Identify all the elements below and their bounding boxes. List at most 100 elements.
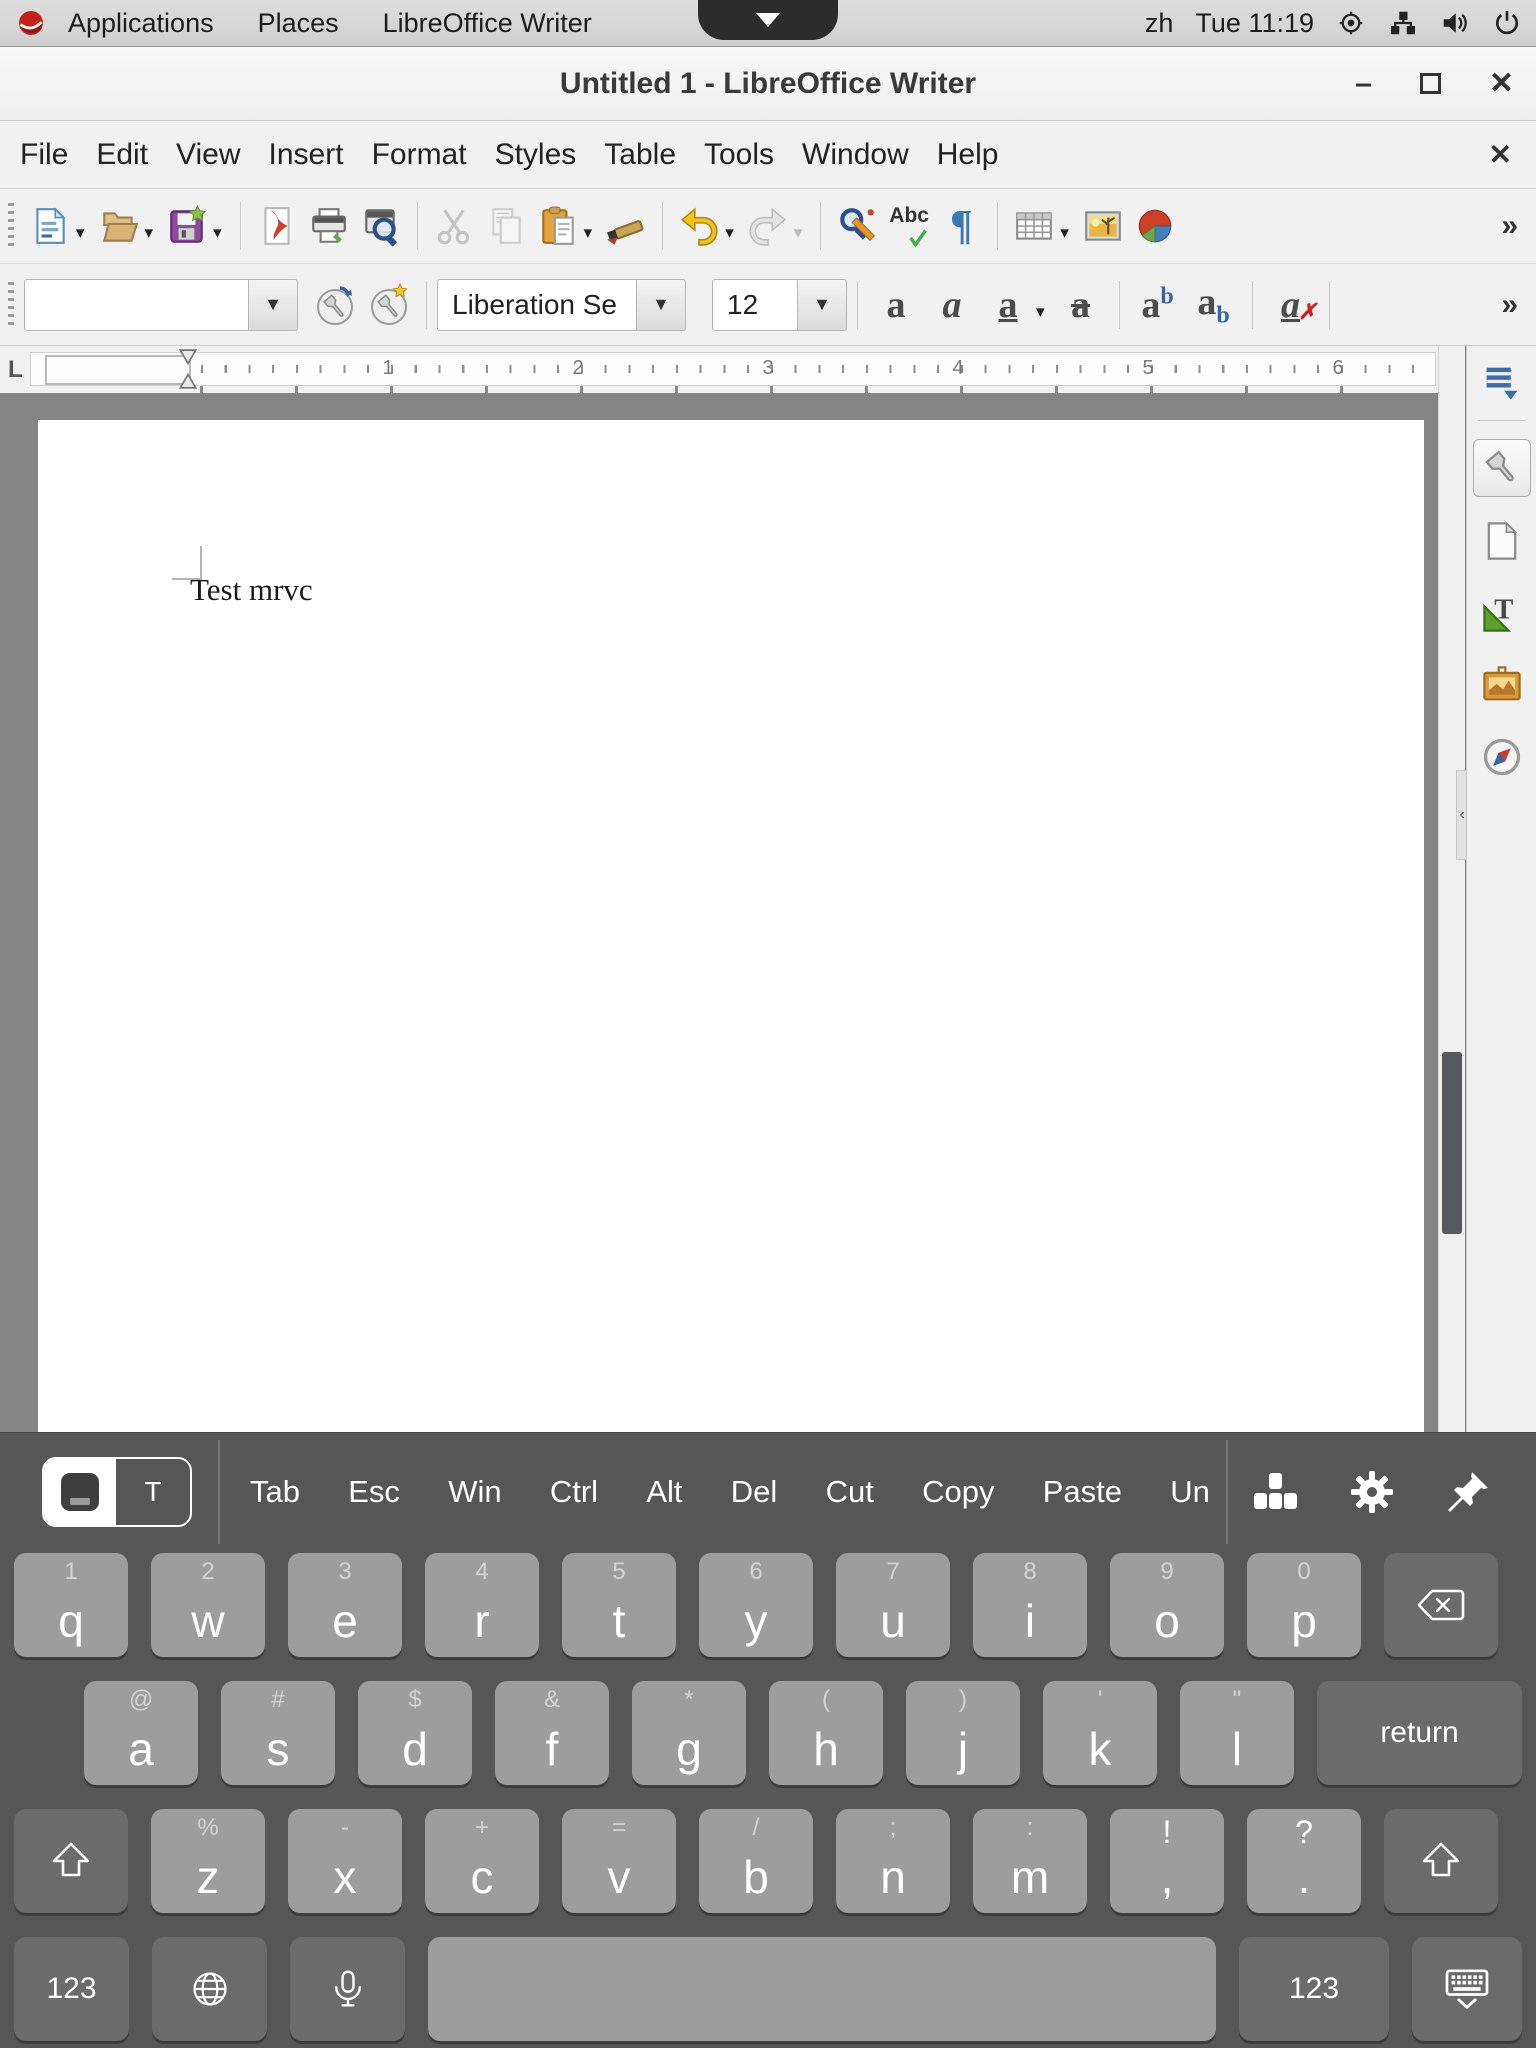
chevron-down-icon[interactable]: ▾: [1060, 223, 1069, 243]
menu-table[interactable]: Table: [590, 138, 690, 172]
document-page[interactable]: Test mrvc: [38, 420, 1424, 1432]
insert-table-button[interactable]: [1008, 198, 1060, 254]
paragraph-style-input[interactable]: [24, 279, 248, 331]
sidebar-tab-styles[interactable]: T: [1474, 585, 1530, 641]
subscript-button[interactable]: ab: [1186, 280, 1242, 330]
toolbar-overflow-button[interactable]: »: [1501, 209, 1518, 243]
formatting-marks-button[interactable]: ¶: [935, 198, 987, 254]
active-app-menu[interactable]: LibreOffice Writer: [361, 8, 614, 39]
key-s[interactable]: #s: [221, 1681, 335, 1785]
menu-file[interactable]: File: [6, 138, 82, 172]
kb-shortcut-alt[interactable]: Alt: [646, 1474, 682, 1510]
new-style-button[interactable]: [366, 282, 412, 328]
save-button[interactable]: [161, 198, 213, 254]
key-q[interactable]: 1q: [14, 1553, 128, 1657]
volume-icon[interactable]: [1440, 8, 1470, 38]
horizontal-ruler[interactable]: 123456: [30, 352, 1436, 386]
print-preview-button[interactable]: [355, 198, 407, 254]
open-button[interactable]: [93, 198, 145, 254]
chevron-down-icon[interactable]: ▾: [76, 223, 85, 243]
toolbar-drag-handle[interactable]: [8, 203, 14, 249]
window-title-bar[interactable]: Untitled 1 - LibreOffice Writer – ✕: [0, 47, 1536, 121]
key-p[interactable]: 0p: [1247, 1553, 1361, 1657]
key-comma[interactable]: !,: [1110, 1809, 1224, 1913]
keyboard-dismiss-key[interactable]: [1412, 1937, 1522, 2041]
spelling-button[interactable]: Abc: [883, 198, 935, 254]
vertical-scrollbar[interactable]: [1438, 346, 1465, 1432]
return-key[interactable]: return: [1317, 1681, 1522, 1785]
document-area[interactable]: Test mrvc: [0, 393, 1438, 1432]
chevron-down-icon[interactable]: ▾: [1036, 302, 1045, 322]
export-pdf-button[interactable]: [251, 198, 303, 254]
applications-menu[interactable]: Applications: [46, 8, 236, 39]
key-t[interactable]: 5t: [562, 1553, 676, 1657]
kb-shortcut-del[interactable]: Del: [731, 1474, 778, 1510]
print-button[interactable]: [303, 198, 355, 254]
backspace-key[interactable]: [1384, 1553, 1498, 1657]
clock[interactable]: Tue 11:19: [1195, 8, 1314, 39]
menu-help[interactable]: Help: [923, 138, 1013, 172]
power-icon[interactable]: [1492, 8, 1522, 38]
indent-marker[interactable]: [179, 349, 197, 389]
shift-key-right[interactable]: [1384, 1809, 1498, 1913]
key-r[interactable]: 4r: [425, 1553, 539, 1657]
underline-button[interactable]: a: [980, 283, 1036, 327]
places-menu[interactable]: Places: [236, 8, 361, 39]
distro-logo-icon[interactable]: [16, 8, 46, 38]
paste-button[interactable]: [532, 198, 584, 254]
menu-tools[interactable]: Tools: [690, 138, 788, 172]
font-size-input[interactable]: 12: [712, 279, 797, 331]
globe-key[interactable]: [152, 1937, 267, 2041]
kb-shortcut-copy[interactable]: Copy: [922, 1474, 994, 1510]
key-y[interactable]: 6y: [699, 1553, 813, 1657]
sidebar-tab-gallery[interactable]: [1474, 657, 1530, 713]
symbols-key-right[interactable]: 123: [1239, 1937, 1389, 2041]
kb-shortcut-paste[interactable]: Paste: [1043, 1474, 1122, 1510]
key-j[interactable]: )j: [906, 1681, 1020, 1785]
find-replace-button[interactable]: [831, 198, 883, 254]
strikethrough-button[interactable]: a: [1053, 283, 1109, 327]
network-icon[interactable]: [1388, 8, 1418, 38]
sidebar-tab-navigator[interactable]: [1474, 729, 1530, 785]
space-key[interactable]: [428, 1937, 1216, 2041]
font-size-dropdown[interactable]: ▼: [797, 279, 847, 331]
screen-share-icon[interactable]: [1336, 8, 1366, 38]
key-n[interactable]: ;n: [836, 1809, 950, 1913]
menu-format[interactable]: Format: [358, 138, 481, 172]
key-x[interactable]: -x: [288, 1809, 402, 1913]
symbols-key-left[interactable]: 123: [14, 1937, 129, 2041]
key-m[interactable]: :m: [973, 1809, 1087, 1913]
key-a[interactable]: @a: [84, 1681, 198, 1785]
settings-gear-icon[interactable]: [1350, 1470, 1394, 1514]
superscript-button[interactable]: ab: [1130, 283, 1186, 327]
key-v[interactable]: =v: [562, 1809, 676, 1913]
key-period[interactable]: ?.: [1247, 1809, 1361, 1913]
maximize-button[interactable]: [1420, 73, 1441, 94]
key-g[interactable]: *g: [632, 1681, 746, 1785]
toggle-right-segment[interactable]: T: [116, 1459, 190, 1525]
key-o[interactable]: 9o: [1110, 1553, 1224, 1657]
italic-button[interactable]: a: [924, 283, 980, 327]
new-document-button[interactable]: [24, 198, 76, 254]
sidebar-tab-page[interactable]: [1474, 513, 1530, 569]
key-d[interactable]: $d: [358, 1681, 472, 1785]
toolbar-drag-handle[interactable]: [8, 282, 14, 328]
key-c[interactable]: +c: [425, 1809, 539, 1913]
key-h[interactable]: (h: [769, 1681, 883, 1785]
key-b[interactable]: /b: [699, 1809, 813, 1913]
menu-insert[interactable]: Insert: [255, 138, 358, 172]
key-l[interactable]: "l: [1180, 1681, 1294, 1785]
shift-key-left[interactable]: [14, 1809, 128, 1913]
kb-shortcut-cut[interactable]: Cut: [826, 1474, 874, 1510]
toggle-left-segment[interactable]: [44, 1459, 116, 1525]
document-text[interactable]: Test mrvc: [190, 572, 313, 608]
kb-shortcut-win[interactable]: Win: [448, 1474, 501, 1510]
menu-window[interactable]: Window: [788, 138, 923, 172]
chevron-down-icon[interactable]: ▾: [725, 223, 734, 243]
tab-stop-type-selector[interactable]: L: [8, 356, 23, 384]
chevron-down-icon[interactable]: ▾: [145, 223, 154, 243]
update-style-button[interactable]: [312, 282, 358, 328]
pin-icon[interactable]: [1446, 1470, 1490, 1514]
close-button[interactable]: ✕: [1489, 66, 1514, 101]
mic-key[interactable]: [290, 1937, 405, 2041]
